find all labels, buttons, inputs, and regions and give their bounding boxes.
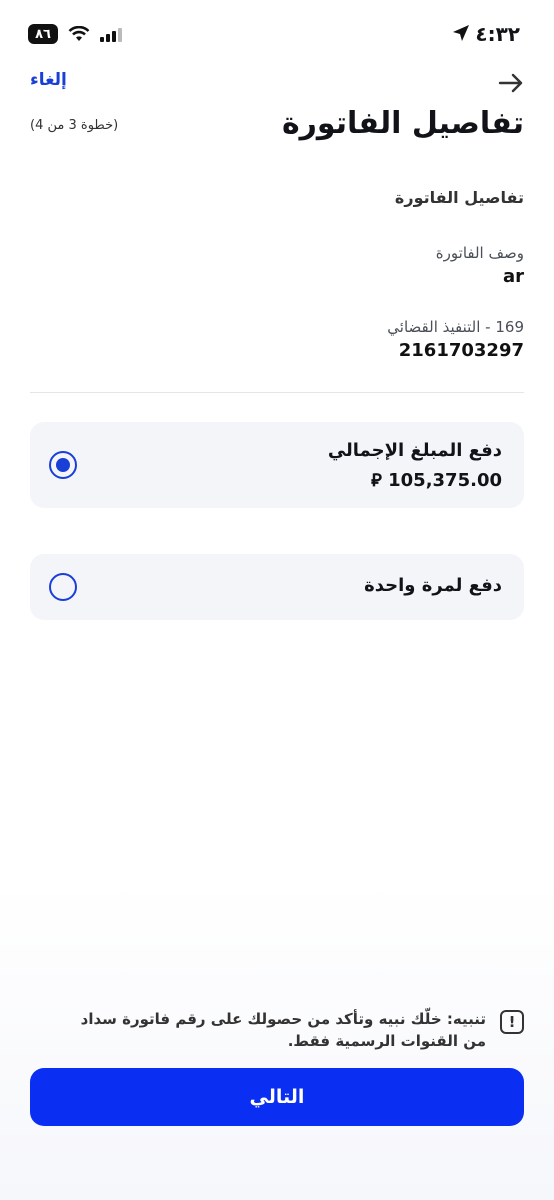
status-bar: ٤:٣٢ ٨٦: [0, 14, 554, 54]
option-amount: 105,375.00 ⃁: [371, 470, 502, 491]
exclamation-icon: !: [500, 1010, 524, 1034]
option-pay-total[interactable]: دفع المبلغ الإجمالي 105,375.00 ⃁: [30, 422, 524, 508]
page-title: تفاصيل الفاتورة: [281, 106, 524, 141]
biller-value: 2161703297: [398, 340, 524, 361]
biller-label: 169 - التنفيذ القضائي: [387, 318, 524, 336]
cellular-signal-icon: [100, 26, 122, 42]
step-indicator: (خطوة 3 من 4): [30, 118, 119, 133]
radio-unselected[interactable]: [49, 573, 77, 601]
location-arrow-icon: [453, 25, 469, 41]
cancel-link[interactable]: إلغاء: [30, 70, 67, 90]
radio-dot: [56, 458, 70, 472]
status-indicators: ٨٦: [28, 24, 122, 44]
warning-text: تنبيه: خلّك نبيه وتأكد من حصولك على رقم …: [80, 1010, 486, 1050]
option-label: دفع المبلغ الإجمالي: [327, 440, 502, 461]
description-value: ar: [502, 266, 524, 287]
status-time: ٤:٣٢: [475, 22, 520, 46]
section-title: تفاصيل الفاتورة: [394, 188, 524, 207]
option-label: دفع لمرة واحدة: [364, 575, 502, 596]
option-pay-once[interactable]: دفع لمرة واحدة: [30, 554, 524, 620]
divider: [30, 392, 524, 393]
battery-icon: ٨٦: [28, 24, 58, 44]
next-button[interactable]: التالي: [30, 1068, 524, 1126]
radio-selected[interactable]: [49, 451, 77, 479]
wifi-icon: [68, 26, 90, 41]
warning-notice: ! تنبيه: خلّك نبيه وتأكد من حصولك على رق…: [60, 1008, 524, 1052]
back-arrow-icon[interactable]: [498, 70, 524, 96]
description-label: وصف الفاتورة: [435, 244, 524, 262]
